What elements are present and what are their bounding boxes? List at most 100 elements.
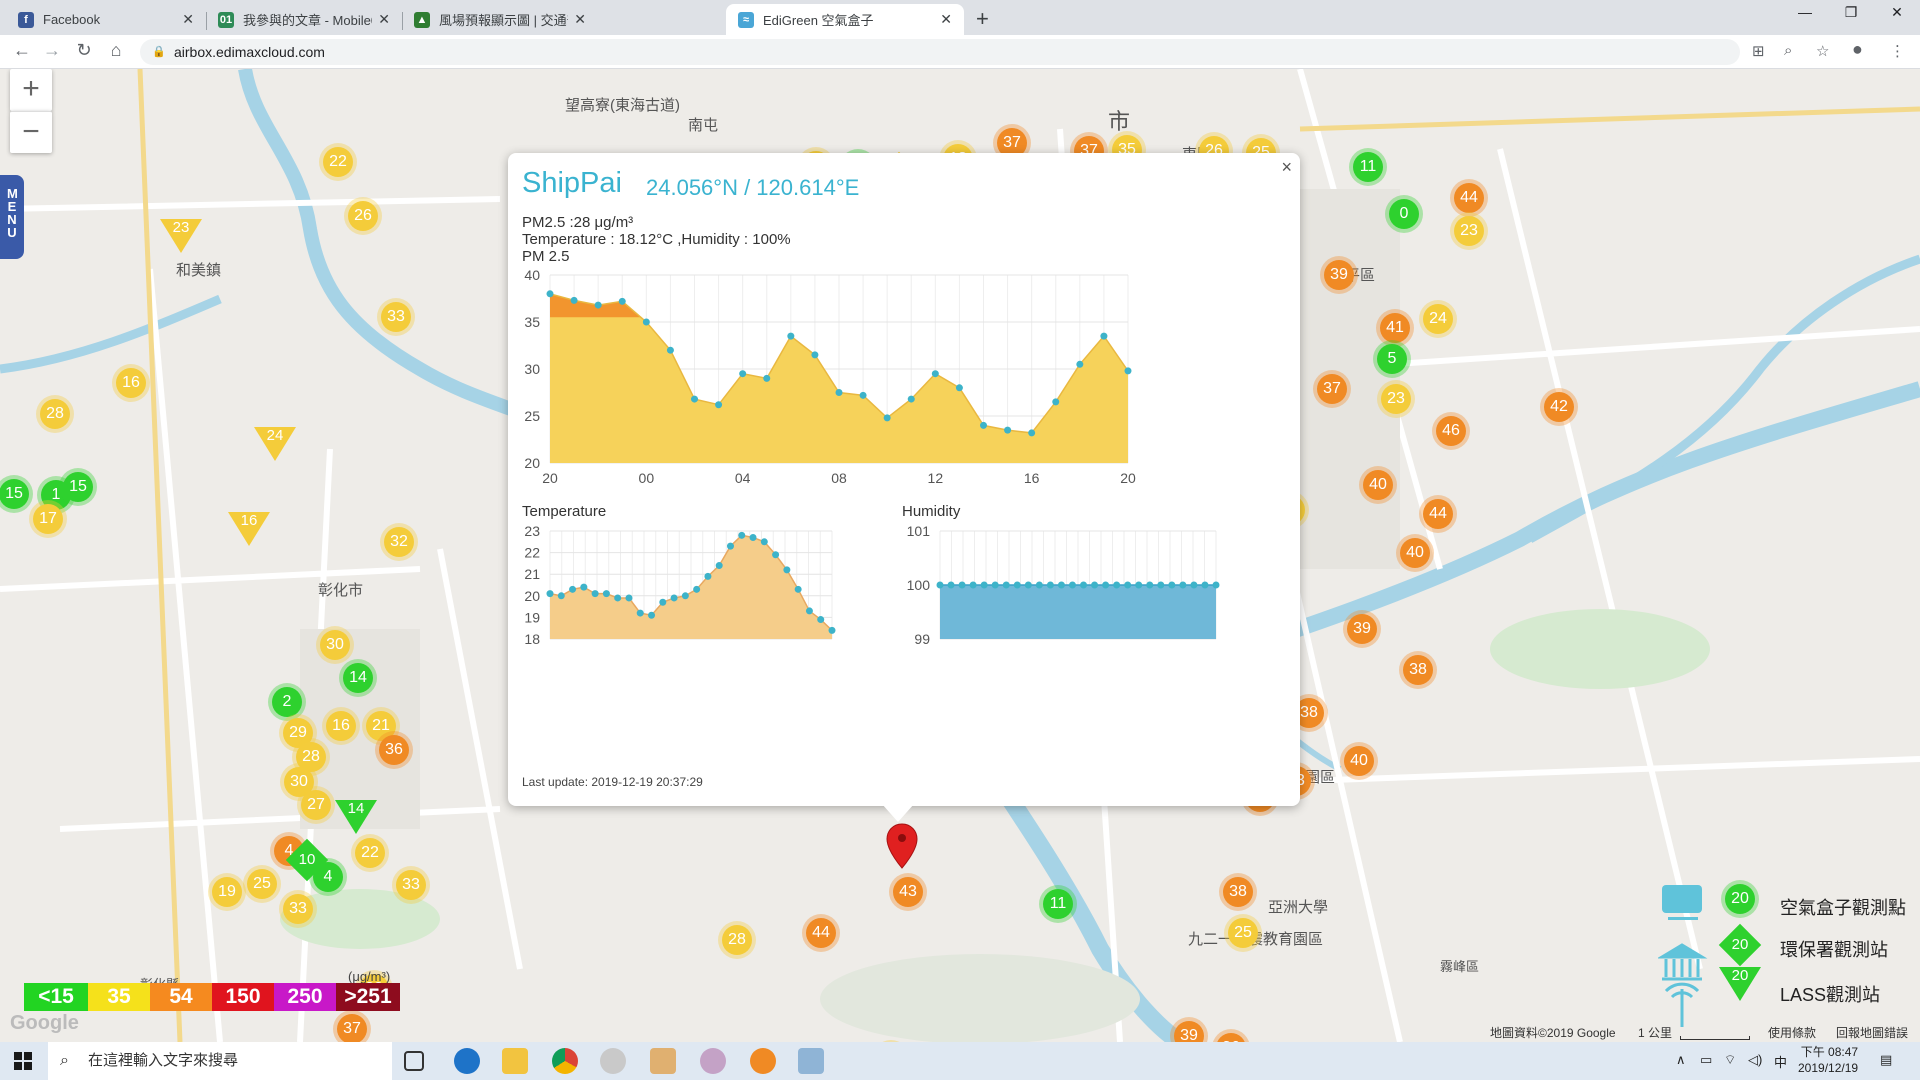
- station-marker[interactable]: 24: [1423, 304, 1453, 334]
- tab-cwb[interactable]: ▲ 風場預報顯示圖 | 交通部中央氣象 ✕: [402, 4, 598, 35]
- more-menu-icon[interactable]: ⋮: [1890, 42, 1905, 60]
- report-error-link[interactable]: 回報地圖錯誤: [1836, 1024, 1908, 1041]
- data-point: [681, 592, 689, 600]
- window-close-button[interactable]: ✕: [1874, 4, 1920, 21]
- location-pin-icon[interactable]: [886, 823, 918, 869]
- station-marker[interactable]: 38: [1403, 655, 1433, 685]
- close-icon[interactable]: ✕: [378, 11, 390, 28]
- lock-icon[interactable]: 🔒: [152, 45, 166, 58]
- station-marker[interactable]: 33: [396, 870, 426, 900]
- station-marker[interactable]: 11: [1353, 152, 1383, 182]
- google-logo: Google: [10, 1012, 79, 1034]
- station-marker[interactable]: 32: [384, 527, 414, 557]
- station-marker[interactable]: 23: [1454, 216, 1484, 246]
- close-icon[interactable]: ✕: [940, 11, 952, 28]
- station-marker[interactable]: 41: [1380, 313, 1410, 343]
- zoom-icon[interactable]: ⌕: [1784, 42, 1792, 59]
- station-marker[interactable]: 37: [1317, 374, 1347, 404]
- station-marker[interactable]: 37: [337, 1014, 367, 1042]
- file-explorer-icon[interactable]: [502, 1048, 528, 1074]
- tab-facebook[interactable]: f Facebook ✕: [6, 4, 206, 35]
- profile-icon[interactable]: ●: [1852, 39, 1863, 60]
- menu-button[interactable]: MENU: [0, 175, 24, 259]
- station-marker[interactable]: 2: [272, 687, 302, 717]
- zoom-out-button[interactable]: −: [10, 111, 52, 153]
- station-marker[interactable]: 26: [348, 201, 378, 231]
- windows-start-icon[interactable]: [14, 1052, 32, 1070]
- station-marker[interactable]: 19: [212, 877, 242, 907]
- app-icon[interactable]: [798, 1048, 824, 1074]
- station-marker[interactable]: 36: [379, 735, 409, 765]
- app-icon[interactable]: [700, 1048, 726, 1074]
- battery-icon[interactable]: ▭: [1700, 1052, 1712, 1068]
- station-marker[interactable]: 33: [283, 894, 313, 924]
- taskbar-search-input[interactable]: ⌕ 在這裡輸入文字來搜尋: [48, 1042, 392, 1080]
- app-icon[interactable]: [750, 1048, 776, 1074]
- station-marker[interactable]: 40: [1363, 470, 1393, 500]
- station-marker[interactable]: 28: [40, 399, 70, 429]
- close-icon[interactable]: ✕: [574, 11, 586, 28]
- station-marker[interactable]: 0: [1389, 199, 1419, 229]
- station-marker[interactable]: 22: [323, 147, 353, 177]
- cwb-icon: ▲: [414, 11, 430, 28]
- station-marker[interactable]: 42: [1544, 392, 1574, 422]
- station-marker[interactable]: 15: [0, 479, 29, 509]
- translate-icon[interactable]: ⊞: [1752, 42, 1765, 60]
- notification-icon[interactable]: ▤: [1880, 1052, 1892, 1068]
- volume-icon[interactable]: ◁): [1748, 1052, 1762, 1068]
- station-marker[interactable]: 39: [1324, 260, 1354, 290]
- station-marker[interactable]: 25: [1228, 918, 1258, 948]
- home-icon[interactable]: ⌂: [104, 40, 128, 61]
- minimize-button[interactable]: —: [1782, 4, 1828, 20]
- back-icon[interactable]: ←: [10, 40, 34, 61]
- station-marker[interactable]: 16: [326, 711, 356, 741]
- terms-link[interactable]: 使用條款: [1768, 1024, 1816, 1041]
- close-icon[interactable]: ✕: [182, 11, 194, 28]
- app-icon[interactable]: [600, 1048, 626, 1074]
- station-marker[interactable]: 40: [1400, 538, 1430, 568]
- station-marker[interactable]: 22: [355, 838, 385, 868]
- new-tab-button[interactable]: +: [976, 6, 989, 32]
- restore-button[interactable]: ❐: [1828, 4, 1874, 21]
- station-marker[interactable]: 17: [33, 504, 63, 534]
- station-marker[interactable]: 15: [63, 472, 93, 502]
- station-marker[interactable]: 5: [1377, 344, 1407, 374]
- task-view-icon[interactable]: [404, 1051, 424, 1071]
- zoom-in-button[interactable]: +: [10, 69, 52, 111]
- wifi-icon[interactable]: ⌔: [1724, 1052, 1736, 1068]
- bookmark-star-icon[interactable]: ☆: [1816, 42, 1829, 60]
- station-marker[interactable]: 25: [247, 869, 277, 899]
- map-data-credit[interactable]: 地圖資料©2019 Google: [1490, 1024, 1616, 1041]
- station-marker[interactable]: 43: [893, 877, 923, 907]
- station-marker[interactable]: 44: [806, 918, 836, 948]
- station-marker[interactable]: 44: [1454, 183, 1484, 213]
- url-input[interactable]: airbox.edimaxcloud.com: [140, 39, 1740, 65]
- station-marker[interactable]: 14: [343, 663, 373, 693]
- ime-indicator[interactable]: 中: [1774, 1052, 1787, 1071]
- station-marker[interactable]: 46: [1436, 416, 1466, 446]
- station-marker[interactable]: 23: [1381, 384, 1411, 414]
- station-marker[interactable]: 27: [301, 790, 331, 820]
- tray-chevron-icon[interactable]: ∧: [1676, 1052, 1686, 1068]
- station-marker[interactable]: 28: [722, 925, 752, 955]
- station-marker[interactable]: 44: [1423, 499, 1453, 529]
- humidity-chart-title: Humidity: [902, 503, 961, 520]
- popup-close-button[interactable]: ×: [1281, 157, 1292, 178]
- tab-mobile01[interactable]: 01 我參與的文章 - Mobile01 ✕: [206, 4, 402, 35]
- station-marker[interactable]: 16: [116, 368, 146, 398]
- reload-icon[interactable]: ↻: [72, 40, 96, 61]
- chrome-icon[interactable]: [552, 1048, 578, 1074]
- taskbar-clock[interactable]: 下午 08:47 2019/12/19: [1798, 1044, 1858, 1076]
- station-marker[interactable]: 30: [320, 630, 350, 660]
- station-marker[interactable]: 11: [1043, 889, 1073, 919]
- station-marker[interactable]: 40: [1344, 746, 1374, 776]
- station-marker[interactable]: 38: [1223, 877, 1253, 907]
- station-marker[interactable]: 39: [1347, 614, 1377, 644]
- station-marker[interactable]: 33: [381, 302, 411, 332]
- tab-edigreen[interactable]: ≈ EdiGreen 空氣盒子 ✕: [726, 4, 964, 35]
- windows-taskbar: ⌕ 在這裡輸入文字來搜尋 ∧ ▭ ⌔ ◁) 中 下午 08:47 2019/12/…: [0, 1042, 1920, 1080]
- app-icon[interactable]: [650, 1048, 676, 1074]
- edge-icon[interactable]: [454, 1048, 480, 1074]
- scale-label: 1 公里: [1638, 1026, 1673, 1040]
- forward-icon[interactable]: →: [40, 40, 64, 61]
